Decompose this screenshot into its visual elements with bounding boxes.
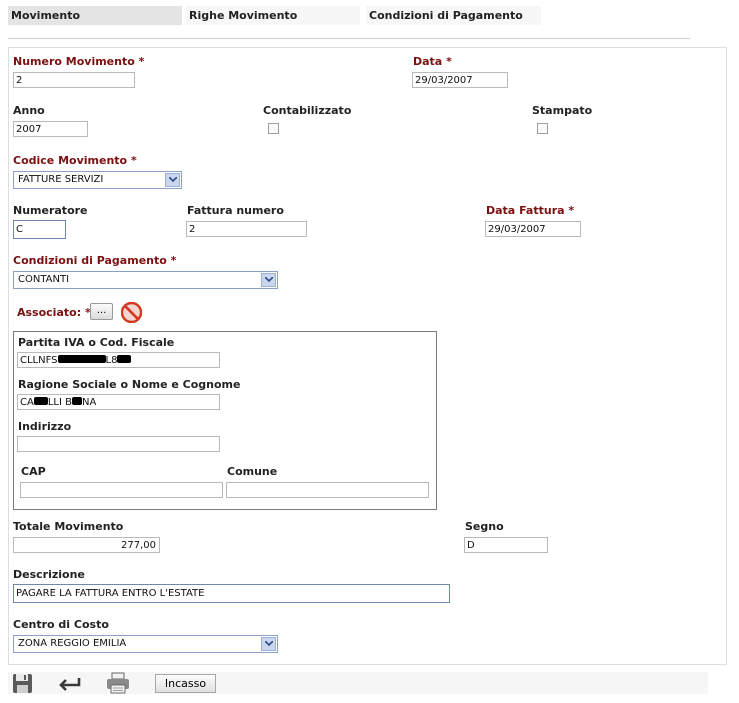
stampato-label: Stampato [532, 104, 593, 117]
redaction-mark [33, 397, 48, 405]
fattura-numero-input[interactable]: 2 [186, 221, 307, 237]
data-input[interactable]: 29/03/2007 [412, 72, 508, 88]
numeratore-input[interactable]: C [13, 220, 66, 239]
totale-movimento-label: Totale Movimento [13, 520, 124, 533]
chevron-down-icon[interactable] [261, 273, 276, 287]
numero-movimento-label: Numero Movimento * [13, 55, 145, 68]
codice-movimento-value: FATTURE SERVIZI [18, 174, 104, 185]
data-fattura-input[interactable]: 29/03/2007 [485, 221, 581, 237]
redaction-mark [117, 355, 132, 363]
codice-movimento-label: Codice Movimento * [13, 154, 137, 167]
numero-movimento-input[interactable]: 2 [13, 72, 135, 88]
centro-di-costo-select[interactable]: ZONA REGGIO EMILIA [13, 635, 278, 653]
redaction-mark [71, 397, 82, 405]
segno-label: Segno [465, 520, 504, 533]
ragione-sociale-mid: LLI B [47, 397, 72, 408]
contabilizzato-label: Contabilizzato [263, 104, 352, 117]
redaction-mark [57, 355, 106, 363]
condizioni-pagamento-select[interactable]: CONTANTI [13, 271, 278, 289]
associato-lookup-button[interactable]: ... [90, 303, 113, 320]
anno-input[interactable]: 2007 [13, 121, 88, 137]
partita-iva-label: Partita IVA o Cod. Fiscale [18, 336, 175, 349]
save-icon[interactable] [12, 673, 33, 694]
cap-input[interactable] [20, 482, 223, 498]
segno-input[interactable]: D [464, 537, 548, 553]
comune-input[interactable] [226, 482, 429, 498]
tab-righe-movimento[interactable]: Righe Movimento [186, 6, 360, 25]
centro-di-costo-value: ZONA REGGIO EMILIA [18, 638, 127, 649]
tab-righe-movimento-label: Righe Movimento [189, 9, 298, 22]
chevron-down-icon[interactable] [165, 173, 180, 187]
totale-movimento-input[interactable]: 277,00 [13, 537, 160, 553]
ragione-sociale-input[interactable]: CA LLI B NA [17, 394, 220, 410]
partita-iva-input[interactable]: CLLNFS L8 [17, 352, 220, 368]
descrizione-input[interactable]: PAGARE LA FATTURA ENTRO L'ESTATE [13, 584, 450, 603]
tab-condizioni-pagamento[interactable]: Condizioni di Pagamento [366, 6, 541, 25]
numeratore-label: Numeratore [13, 204, 88, 217]
condizioni-pagamento-value: CONTANTI [18, 274, 70, 285]
associato-label: Associato: * [17, 306, 91, 319]
partita-iva-prefix: CLLNFS [20, 355, 58, 366]
descrizione-label: Descrizione [13, 568, 85, 581]
tab-condizioni-pagamento-label: Condizioni di Pagamento [369, 9, 523, 22]
codice-movimento-select[interactable]: FATTURE SERVIZI [13, 171, 182, 189]
data-fattura-label: Data Fattura * [486, 204, 575, 217]
tab-movimento[interactable]: Movimento [8, 6, 182, 25]
back-icon[interactable] [58, 676, 82, 692]
stampato-checkbox[interactable] [537, 123, 548, 134]
centro-di-costo-label: Centro di Costo [13, 618, 109, 631]
indirizzo-input[interactable] [17, 436, 220, 452]
cap-label: CAP [21, 465, 46, 478]
partita-iva-suffix: L8 [105, 355, 118, 366]
tab-divider [8, 38, 690, 39]
comune-label: Comune [227, 465, 278, 478]
anno-label: Anno [13, 104, 45, 117]
incasso-button[interactable]: Incasso [155, 674, 216, 693]
tab-movimento-label: Movimento [11, 9, 81, 22]
fattura-numero-label: Fattura numero [187, 204, 284, 217]
clear-associato-icon[interactable] [120, 301, 143, 324]
indirizzo-label: Indirizzo [18, 420, 72, 433]
ragione-sociale-label: Ragione Sociale o Nome e Cognome [18, 378, 241, 391]
ragione-sociale-suffix: NA [81, 397, 97, 408]
print-icon[interactable] [106, 672, 130, 694]
condizioni-pagamento-label: Condizioni di Pagamento * [13, 254, 177, 267]
contabilizzato-checkbox[interactable] [268, 123, 279, 134]
ragione-sociale-prefix: CA [20, 397, 34, 408]
chevron-down-icon[interactable] [261, 637, 276, 651]
data-label: Data * [413, 55, 452, 68]
